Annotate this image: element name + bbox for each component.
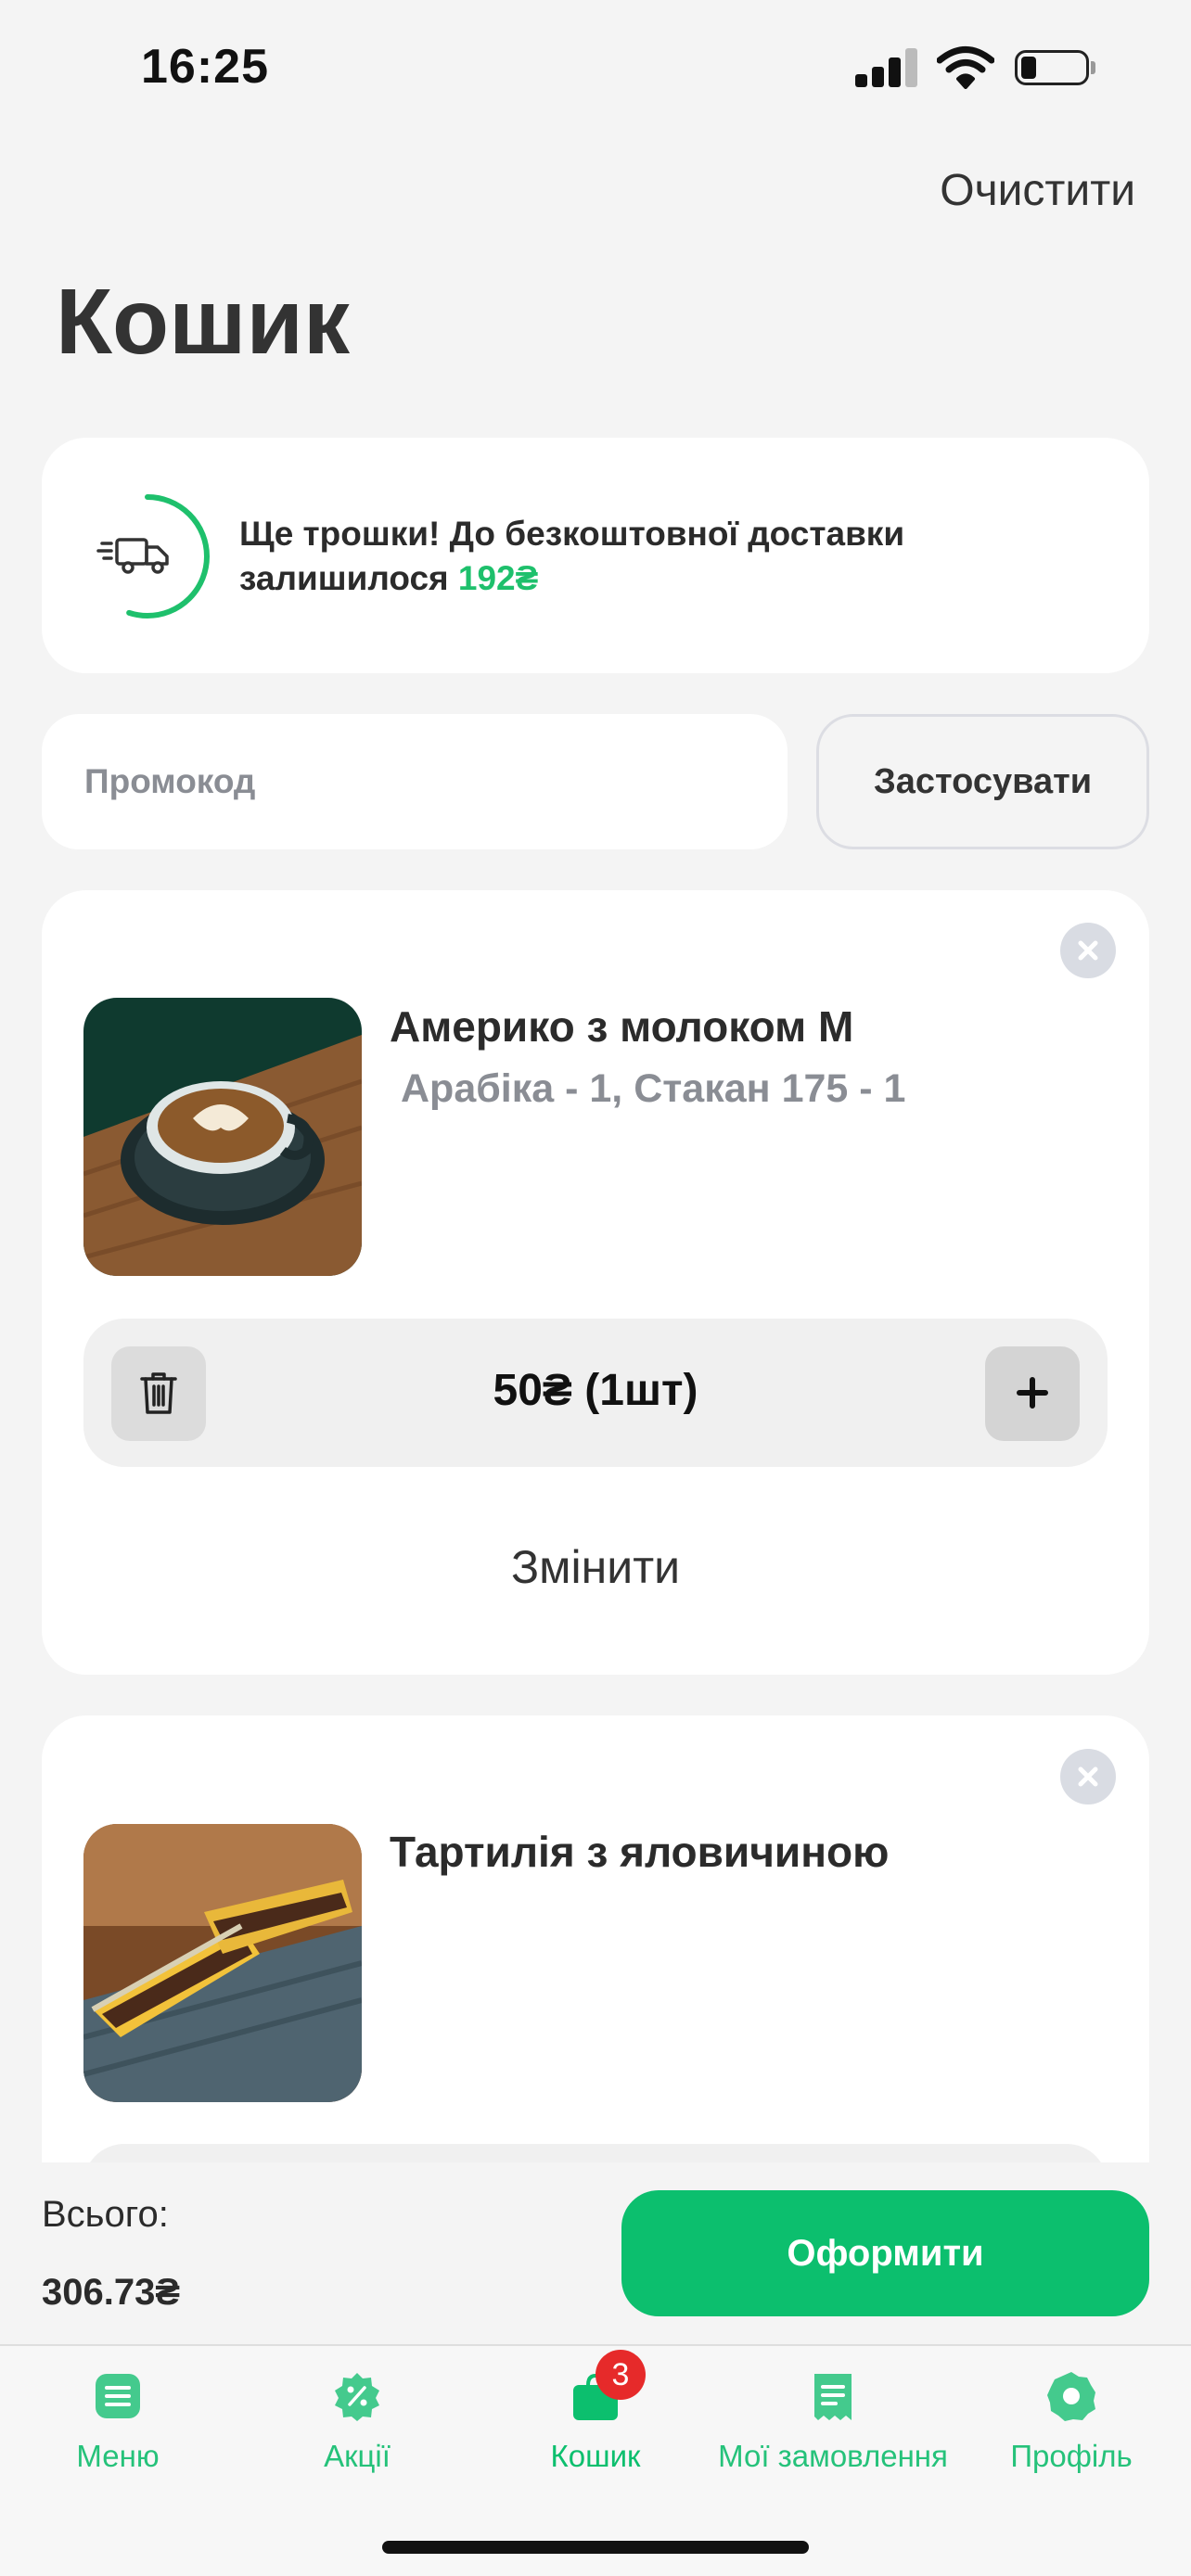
cellular-signal-icon	[855, 48, 918, 87]
wifi-icon	[936, 45, 995, 89]
tab-menu[interactable]: Меню	[0, 2370, 238, 2474]
tab-label: Мої замовлення	[718, 2439, 948, 2473]
product-image-coffee	[83, 998, 362, 1276]
remaining-label: залишилося	[239, 559, 449, 597]
close-icon	[1078, 1766, 1098, 1787]
tab-label: Акції	[324, 2439, 391, 2473]
free-delivery-line1: Ще трошки! До безкоштовної доставки	[239, 515, 905, 553]
battery-icon	[1015, 50, 1096, 87]
home-indicator	[382, 2541, 809, 2554]
free-delivery-line2: залишилося 192₴	[239, 556, 904, 601]
item-options: Арабіка - 1, Стакан 175 - 1	[401, 1066, 906, 1111]
tab-label: Профіль	[1010, 2439, 1133, 2473]
item-price-quantity: 50₴ (1шт)	[493, 1366, 698, 1415]
tab-profile[interactable]: Профіль	[951, 2370, 1191, 2474]
delivery-progress-ring	[85, 491, 211, 621]
receipt-icon	[807, 2370, 859, 2422]
plus-icon	[1017, 1376, 1048, 1409]
clear-cart-button[interactable]: Очистити	[940, 165, 1135, 216]
menu-icon	[92, 2370, 144, 2422]
bag-icon: 3	[570, 2350, 646, 2422]
status-time: 16:25	[141, 40, 269, 94]
delete-item-button[interactable]	[111, 1346, 206, 1441]
percent-icon	[331, 2370, 383, 2422]
remaining-amount: 192₴	[457, 559, 539, 597]
tab-label: Меню	[76, 2439, 160, 2473]
change-item-button[interactable]: Змінити	[42, 1539, 1149, 1595]
checkout-button[interactable]: Оформити	[621, 2190, 1149, 2316]
item-name: Тартилія з яловичиною	[390, 1828, 890, 1876]
trash-icon	[140, 1371, 177, 1414]
remove-item-button[interactable]	[1060, 923, 1116, 978]
page-title: Кошик	[56, 270, 350, 374]
item-name: Америко з молоком M	[390, 1002, 854, 1051]
apply-promo-button[interactable]: Застосувати	[816, 714, 1149, 849]
profile-icon	[1045, 2370, 1097, 2422]
total-label: Всього:	[42, 2194, 169, 2235]
remove-item-button[interactable]	[1060, 1749, 1116, 1804]
free-delivery-message: Ще трошки! До безкоштовної доставки зали…	[239, 512, 904, 601]
tab-my-orders[interactable]: Мої замовлення	[712, 2370, 954, 2474]
tab-cart[interactable]: 3 Кошик	[475, 2350, 716, 2474]
promo-code-input[interactable]	[42, 714, 788, 849]
tab-label: Кошик	[550, 2439, 641, 2473]
tab-promotions[interactable]: Акції	[237, 2370, 478, 2474]
cart-count-badge: 3	[596, 2350, 646, 2400]
product-image-tortilla	[83, 1824, 362, 2102]
delivery-truck-icon	[96, 538, 169, 574]
total-value: 306.73₴	[42, 2272, 181, 2313]
close-icon	[1078, 940, 1098, 961]
increase-quantity-button[interactable]	[985, 1346, 1080, 1441]
